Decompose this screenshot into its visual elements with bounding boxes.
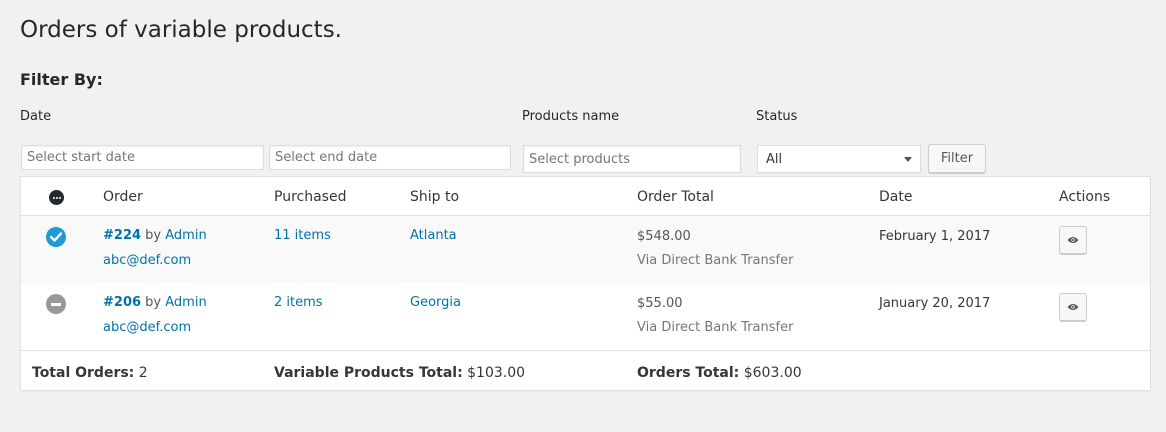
date-label: Date: [20, 109, 52, 124]
column-header-date[interactable]: Date: [879, 189, 912, 205]
end-date-input[interactable]: [269, 145, 511, 170]
start-date-input[interactable]: [21, 145, 264, 170]
filter-heading: Filter By:: [20, 70, 103, 89]
order-by-text: by: [145, 295, 162, 310]
order-cell: #224 by Admin: [103, 228, 207, 243]
order-total-value: $55.00: [637, 296, 683, 311]
view-order-button[interactable]: [1059, 226, 1087, 254]
column-header-purchased: Purchased: [274, 189, 347, 205]
orders-total-value: $603.00: [743, 365, 802, 381]
variable-total-label: Variable Products Total:: [274, 365, 463, 381]
status-ellipsis-icon: [49, 190, 64, 205]
eye-icon: [1067, 237, 1079, 243]
table-row: #224 by Admin abc@def.com 11 items Atlan…: [21, 216, 1150, 283]
column-header-order-total[interactable]: Order Total: [637, 189, 714, 205]
orders-total-label: Orders Total:: [637, 365, 740, 381]
order-by-text: by: [145, 228, 162, 243]
view-order-button[interactable]: [1059, 293, 1087, 321]
purchased-items-link[interactable]: 2 items: [274, 295, 323, 310]
column-header-ship-to: Ship to: [410, 189, 460, 205]
ship-to-link[interactable]: Atlanta: [410, 228, 457, 243]
status-select[interactable]: All: [757, 145, 921, 173]
chevron-down-icon: [904, 156, 912, 162]
purchased-items-link[interactable]: 11 items: [274, 228, 331, 243]
table-footer: Total Orders: 2 Variable Products Total:…: [21, 350, 1150, 391]
table-row: #206 by Admin abc@def.com 2 items Georgi…: [21, 283, 1150, 350]
table-header: Order Purchased Ship to Order Total Date…: [21, 177, 1150, 216]
customer-link[interactable]: Admin: [165, 228, 206, 243]
orders-page: Orders of variable products. Filter By: …: [0, 0, 1166, 432]
customer-email-link[interactable]: abc@def.com: [103, 320, 191, 335]
column-header-actions: Actions: [1059, 189, 1111, 205]
payment-method-text: Via Direct Bank Transfer: [637, 320, 794, 335]
variable-products-total: Variable Products Total: $103.00: [274, 365, 525, 381]
status-label: Status: [756, 109, 798, 124]
column-header-order[interactable]: Order: [103, 189, 143, 205]
order-number-link[interactable]: #224: [103, 228, 141, 243]
total-orders: Total Orders: 2: [32, 365, 148, 381]
ship-to-link[interactable]: Georgia: [410, 295, 461, 310]
orders-total: Orders Total: $603.00: [637, 365, 802, 381]
eye-icon: [1067, 304, 1079, 310]
orders-table: Order Purchased Ship to Order Total Date…: [20, 176, 1151, 391]
products-label: Products name: [522, 109, 620, 124]
total-orders-value: 2: [138, 365, 148, 381]
order-total-value: $548.00: [637, 229, 691, 244]
order-cell: #206 by Admin: [103, 295, 207, 310]
products-select-input[interactable]: [523, 145, 741, 173]
order-date: February 1, 2017: [879, 229, 991, 244]
variable-total-value: $103.00: [467, 365, 526, 381]
status-select-value: All: [766, 151, 783, 167]
total-orders-label: Total Orders:: [32, 365, 135, 381]
order-date: January 20, 2017: [879, 296, 991, 311]
page-title: Orders of variable products.: [20, 17, 342, 43]
order-number-link[interactable]: #206: [103, 295, 141, 310]
check-circle-icon: [46, 227, 66, 247]
filter-button[interactable]: Filter: [928, 144, 986, 173]
payment-method-text: Via Direct Bank Transfer: [637, 253, 794, 268]
customer-link[interactable]: Admin: [165, 295, 206, 310]
customer-email-link[interactable]: abc@def.com: [103, 253, 191, 268]
minus-circle-icon: [46, 294, 66, 314]
